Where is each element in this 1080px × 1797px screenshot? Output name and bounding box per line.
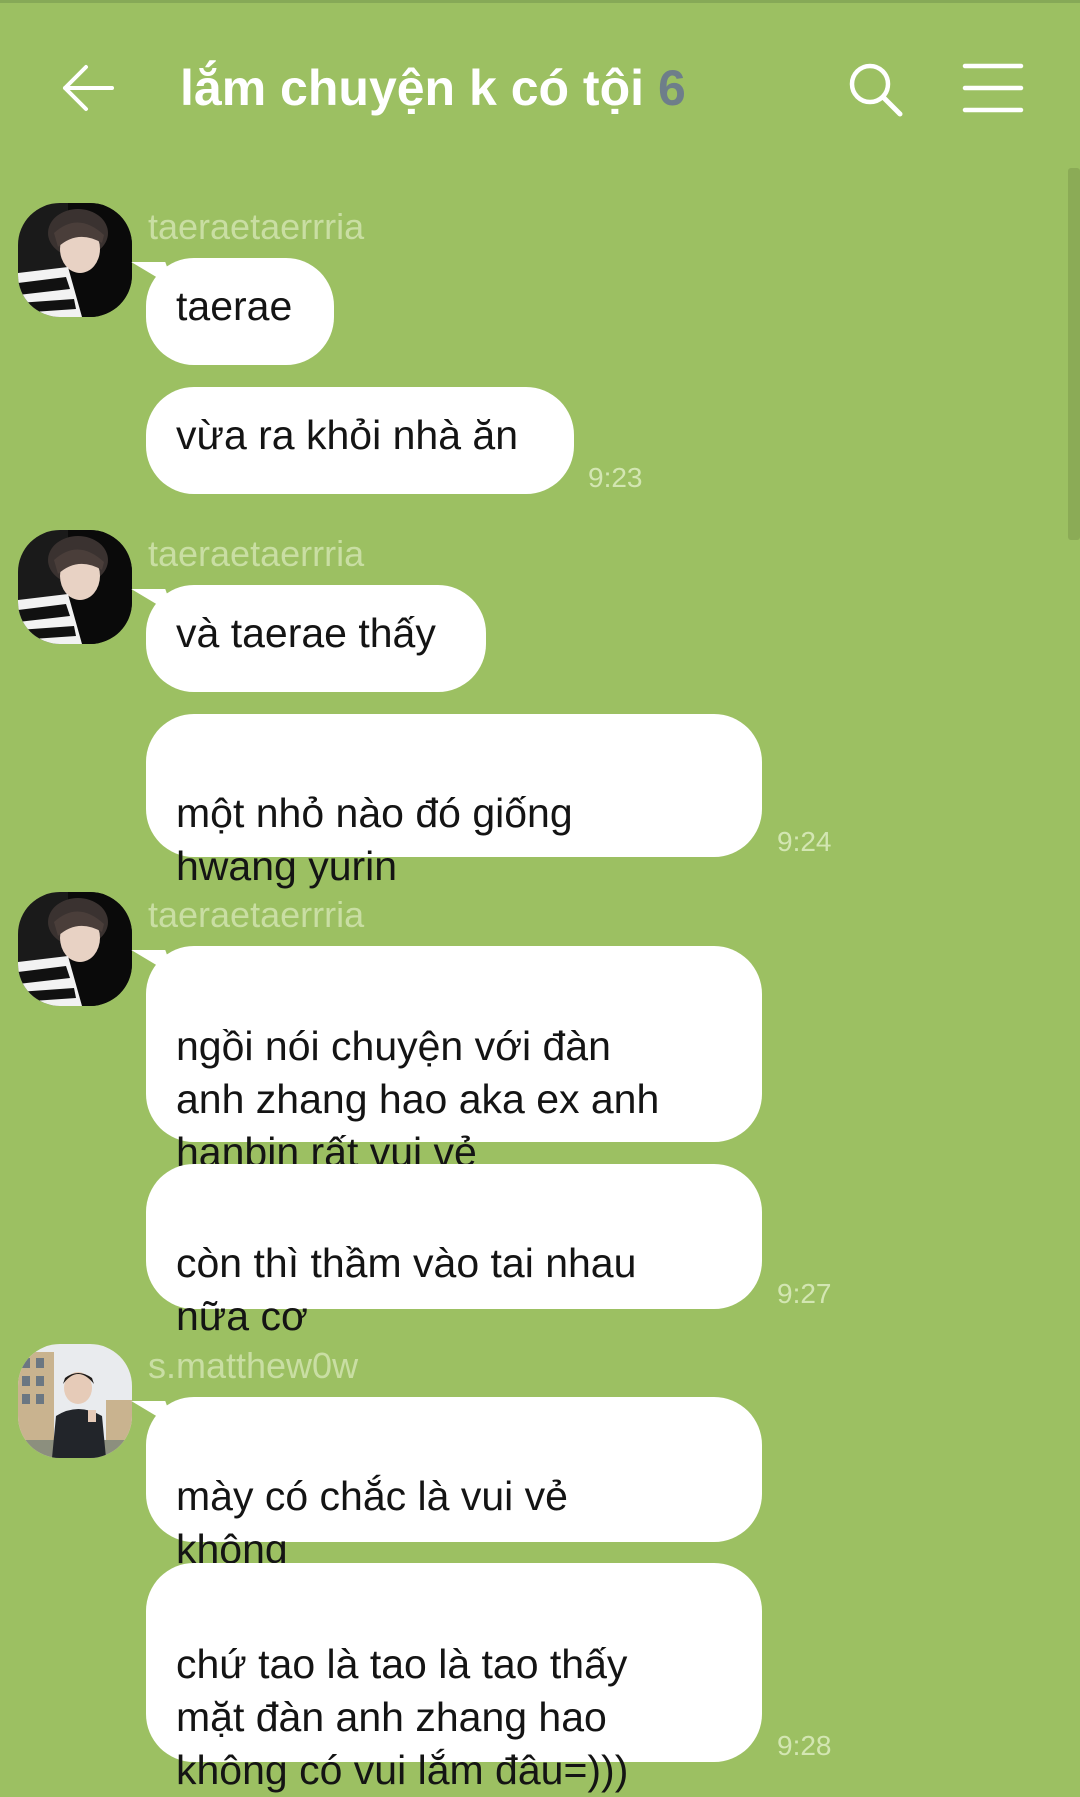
sender-name: taeraetaerrria <box>148 206 365 247</box>
message-bubble[interactable]: một nhỏ nào đó giống hwang yurin <box>146 714 762 889</box>
avatar-s-matthew0w[interactable] <box>18 1344 132 1458</box>
message-text: taerae <box>176 283 293 329</box>
person-photo-icon <box>18 1344 132 1458</box>
message-timestamp: 9:23 <box>588 462 643 493</box>
message-bubble[interactable]: taerae <box>146 258 334 365</box>
message-timestamp: 9:24 <box>777 826 832 857</box>
message-timestamp: 9:27 <box>777 1278 832 1309</box>
message-timestamp: 9:28 <box>777 1730 832 1761</box>
message-bubble[interactable]: chứ tao là tao là tao thấy mặt đàn anh z… <box>146 1563 762 1793</box>
message-text: một nhỏ nào đó giống hwang yurin <box>176 790 573 889</box>
sender-name: taeraetaerrria <box>148 894 365 935</box>
person-photo-icon <box>18 530 132 644</box>
message-text: vừa ra khỏi nhà ăn <box>176 412 518 458</box>
avatar-taeraetaerrria[interactable] <box>18 892 132 1006</box>
sender-name: s.matthew0w <box>148 1345 359 1386</box>
message-text: chứ tao là tao là tao thấy mặt đàn anh z… <box>176 1641 629 1793</box>
message-list: taeraetaerrria taerae vừa ra khỏi nhà ăn… <box>0 0 1080 1793</box>
message-bubble[interactable]: mày có chắc là vui vẻ không <box>146 1397 762 1572</box>
message-bubble[interactable]: và taerae thấy <box>146 585 486 692</box>
avatar-taeraetaerrria[interactable] <box>18 203 132 317</box>
message-text: và taerae thấy <box>176 610 436 656</box>
message-text: ngồi nói chuyện với đàn anh zhang hao ak… <box>176 1023 660 1175</box>
message-bubble[interactable]: còn thì thầm vào tai nhau nữa cơ <box>146 1164 762 1339</box>
person-photo-icon <box>18 892 132 1006</box>
message-bubble[interactable]: ngồi nói chuyện với đàn anh zhang hao ak… <box>146 946 762 1175</box>
message-bubble[interactable]: vừa ra khỏi nhà ăn <box>146 387 574 494</box>
message-text: mày có chắc là vui vẻ không <box>176 1473 568 1572</box>
person-photo-icon <box>18 203 132 317</box>
avatar-taeraetaerrria[interactable] <box>18 530 132 644</box>
message-text: còn thì thầm vào tai nhau nữa cơ <box>176 1240 637 1339</box>
sender-name: taeraetaerrria <box>148 533 365 574</box>
